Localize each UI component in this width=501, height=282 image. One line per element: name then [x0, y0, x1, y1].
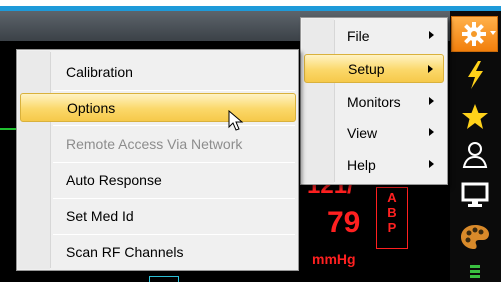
menu-item-setup[interactable]: Setup — [304, 54, 444, 83]
display-button[interactable] — [455, 179, 495, 211]
menu-item-calibration[interactable]: Calibration — [20, 57, 296, 86]
menu-item-label: Auto Response — [66, 171, 162, 188]
alarm-button[interactable] — [455, 58, 495, 92]
settings-menu: File Setup Monitors View Help — [300, 17, 448, 185]
abp-letter: P — [387, 220, 397, 235]
menu-separator — [53, 162, 295, 163]
menu-separator — [53, 198, 295, 199]
menu-item-label: Monitors — [347, 93, 401, 110]
mouse-pointer-icon — [228, 110, 244, 131]
chevron-right-icon — [429, 160, 434, 168]
lightning-icon — [468, 61, 483, 89]
menu-separator — [53, 125, 295, 126]
setup-submenu: Calibration Options Remote Access Via Ne… — [16, 49, 299, 271]
abp-letter: B — [387, 205, 397, 220]
menu-item-file[interactable]: File — [304, 21, 444, 50]
menu-item-label: File — [347, 27, 370, 44]
menu-separator — [53, 90, 295, 91]
menu-item-remote-access: Remote Access Via Network — [20, 129, 296, 158]
menu-item-options[interactable]: Options — [20, 93, 296, 122]
chevron-right-icon — [429, 128, 434, 136]
chevron-right-icon — [428, 65, 433, 73]
menu-item-set-med-id[interactable]: Set Med Id — [20, 201, 296, 230]
chevron-down-icon — [490, 31, 496, 35]
star-icon — [462, 104, 488, 129]
theme-button[interactable] — [455, 220, 495, 254]
menu-item-view[interactable]: View — [304, 118, 444, 147]
waveform-marker — [149, 276, 179, 282]
signal-button[interactable] — [455, 262, 495, 282]
palette-icon — [461, 225, 489, 249]
menu-item-label: View — [347, 124, 378, 141]
menu-item-label: Calibration — [66, 63, 133, 80]
favorites-button[interactable] — [455, 100, 495, 134]
abp-diastolic-value: 79 — [327, 206, 361, 239]
menu-item-label: Setup — [348, 60, 385, 77]
menu-item-label: Scan RF Channels — [66, 243, 184, 260]
menu-item-label: Set Med Id — [66, 207, 134, 224]
menu-item-label: Help — [347, 156, 376, 173]
abp-label: A B P — [376, 190, 408, 235]
user-icon — [462, 142, 488, 168]
chevron-right-icon — [429, 97, 434, 105]
menu-item-scan-rf-channels[interactable]: Scan RF Channels — [20, 237, 296, 266]
monitor-icon — [461, 182, 489, 207]
menu-separator — [53, 234, 295, 235]
menu-item-auto-response[interactable]: Auto Response — [20, 165, 296, 194]
abp-letter: A — [387, 190, 397, 205]
patient-button[interactable] — [455, 139, 495, 171]
gear-icon — [461, 22, 486, 46]
menu-item-label: Remote Access Via Network — [66, 135, 243, 152]
menu-item-label: Options — [67, 99, 116, 116]
menu-item-monitors[interactable]: Monitors — [304, 87, 444, 116]
abp-unit: mmHg — [312, 251, 356, 267]
menu-item-help[interactable]: Help — [304, 150, 444, 179]
bars-icon — [470, 265, 480, 278]
chevron-right-icon — [429, 31, 434, 39]
